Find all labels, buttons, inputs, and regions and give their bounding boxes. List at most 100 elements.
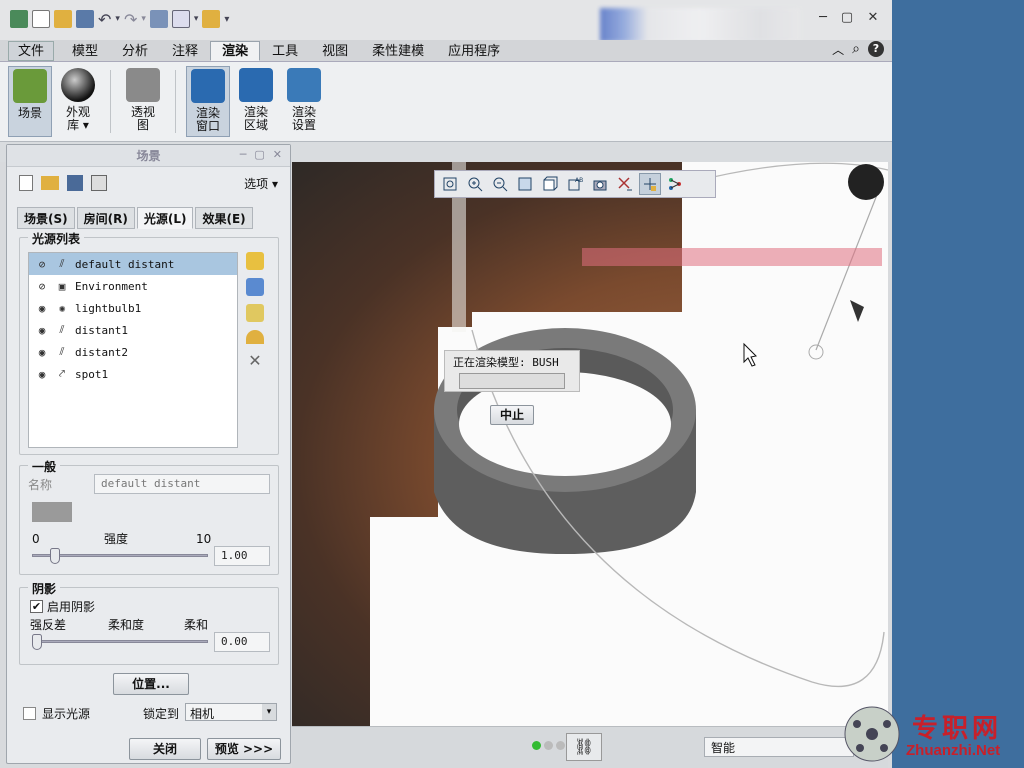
- close-window-button[interactable]: ✕: [862, 10, 884, 26]
- annotation-display-icon[interactable]: [639, 173, 661, 195]
- new-scene-icon[interactable]: [19, 175, 33, 191]
- collapse-ribbon-icon[interactable]: ︿: [832, 41, 844, 58]
- preview-button[interactable]: 预览 >>>: [207, 738, 281, 760]
- saved-orientations-icon[interactable]: AB: [564, 173, 586, 195]
- new-bulb-light-icon[interactable]: [246, 252, 264, 270]
- zoom-in-icon[interactable]: [464, 173, 486, 195]
- light-list-group: 光源列表 ⊘ ⫽ default distant ⊘ ▣ Environment ◉ ✺ lig…: [19, 230, 279, 455]
- softness-slider-track[interactable]: [32, 640, 208, 643]
- folder-icon[interactable]: [202, 10, 221, 28]
- ribbon-tab-1[interactable]: 模型: [60, 41, 110, 61]
- options-menu[interactable]: 选项 ▾: [244, 175, 278, 192]
- ribbon-tab-0[interactable]: 文件: [8, 41, 55, 61]
- scene-tab-2[interactable]: 光源(L): [136, 207, 194, 229]
- scene-tab-0[interactable]: 场景(S): [17, 207, 75, 229]
- open-scene-icon[interactable]: [41, 176, 59, 190]
- watermark-en-text: Zhuanzhi.Net: [906, 742, 1001, 759]
- ribbon-tab-7[interactable]: 柔性建模: [360, 41, 436, 61]
- find-icon[interactable]: ⛓: [566, 733, 602, 761]
- light-list-item[interactable]: ⊘ ▣ Environment: [29, 275, 237, 297]
- eye-visible-icon[interactable]: ◉: [35, 302, 49, 315]
- perspective-button[interactable]: 透视图: [121, 66, 165, 137]
- ribbon-tab-2[interactable]: 分析: [110, 41, 160, 61]
- show-lights-checkbox[interactable]: 显示光源: [23, 705, 90, 722]
- copy-scene-icon[interactable]: [91, 175, 107, 191]
- scene-tab-3[interactable]: 效果(E): [195, 207, 253, 229]
- render-setup-button[interactable]: 渲染 设置: [282, 66, 326, 137]
- panel-minimize-icon[interactable]: ─: [240, 148, 247, 161]
- ribbon-tab-3[interactable]: 注释: [160, 41, 210, 61]
- light-list-item[interactable]: ◉ ⫽ distant1: [29, 319, 237, 341]
- windows-dropdown-icon[interactable]: ▾: [194, 14, 199, 24]
- light-color-swatch[interactable]: [32, 502, 72, 522]
- scene-tab-1[interactable]: 房间(R): [76, 207, 135, 229]
- intensity-value-field[interactable]: 1.00: [214, 546, 270, 566]
- ribbon-tab-6[interactable]: 视图: [310, 41, 360, 61]
- windows-icon[interactable]: [171, 10, 190, 28]
- zoom-out-icon[interactable]: [489, 173, 511, 195]
- maximize-button[interactable]: ▢: [836, 10, 858, 26]
- eye-visible-icon[interactable]: ◉: [35, 346, 49, 359]
- light-list-item[interactable]: ◉ ⫽ distant2: [29, 341, 237, 363]
- enable-shadow-checkbox[interactable]: ✔ 启用阴影: [30, 598, 95, 615]
- undo-icon[interactable]: ↶: [98, 10, 111, 29]
- new-spot-light-icon[interactable]: [246, 304, 264, 322]
- refit-icon[interactable]: [439, 173, 461, 195]
- datum-display-icon[interactable]: [614, 173, 636, 195]
- chevron-down-icon[interactable]: ▾: [262, 704, 276, 720]
- ribbon-tab-4[interactable]: 渲染: [210, 41, 261, 61]
- eye-hidden-icon[interactable]: ⊘: [35, 280, 49, 293]
- new-file-icon[interactable]: [32, 10, 50, 28]
- svg-text:AB: AB: [575, 177, 583, 184]
- render-region-button[interactable]: 渲染 区域: [234, 66, 278, 137]
- delete-light-icon[interactable]: ✕: [248, 352, 261, 370]
- display-style-icon[interactable]: [539, 173, 561, 195]
- save-scene-icon[interactable]: [67, 175, 83, 191]
- save-icon[interactable]: [76, 10, 94, 28]
- softness-slider-thumb[interactable]: [32, 634, 42, 650]
- soccer-ball-logo-icon: [844, 706, 900, 762]
- panel-maximize-icon[interactable]: ▢: [254, 148, 264, 161]
- close-button[interactable]: 关闭: [129, 738, 201, 760]
- scene-button[interactable]: 场景: [8, 66, 52, 137]
- minimize-button[interactable]: ─: [812, 10, 834, 26]
- eye-visible-icon[interactable]: ◉: [35, 324, 49, 337]
- graphics-viewport[interactable]: 正在渲染模型: BUSH 中止: [292, 162, 888, 726]
- view-manager-icon[interactable]: [589, 173, 611, 195]
- stop-render-button[interactable]: 中止: [490, 405, 534, 425]
- render-setup-label-line2: 设置: [291, 118, 316, 132]
- light-name-field[interactable]: default distant: [94, 474, 270, 494]
- ribbon-tab-8[interactable]: 应用程序: [436, 41, 512, 61]
- selection-filter-dropdown[interactable]: 智能: [704, 737, 854, 757]
- eye-visible-icon[interactable]: ◉: [35, 368, 49, 381]
- bulb-light-icon[interactable]: [848, 164, 884, 200]
- panel-close-icon[interactable]: ✕: [273, 148, 282, 161]
- softness-value-field[interactable]: 0.00: [214, 632, 270, 652]
- open-folder-icon[interactable]: [54, 10, 72, 28]
- eye-hidden-icon[interactable]: ⊘: [35, 258, 49, 271]
- new-sky-light-icon[interactable]: [246, 330, 264, 344]
- undo-dropdown-icon[interactable]: ▾: [115, 14, 120, 24]
- appearance-library-button[interactable]: 外观库 ▾: [56, 66, 100, 137]
- regenerate-icon[interactable]: [149, 10, 168, 28]
- sharp-label: 强反差: [30, 618, 67, 632]
- redo-icon[interactable]: ↷: [124, 10, 137, 29]
- repaint-icon[interactable]: [514, 173, 536, 195]
- light-list-item[interactable]: ◉ ⤤ spot1: [29, 363, 237, 385]
- render-window-button[interactable]: 渲染 窗口: [186, 66, 230, 137]
- intensity-slider-thumb[interactable]: [49, 548, 60, 564]
- customize-toolbar-icon[interactable]: ▾: [224, 14, 229, 25]
- checkbox-box[interactable]: ✔: [30, 600, 43, 613]
- ribbon-tab-5[interactable]: 工具: [260, 41, 310, 61]
- lock-to-dropdown[interactable]: 相机 ▾: [185, 703, 277, 721]
- soft-label: 柔和: [184, 618, 209, 632]
- redo-dropdown-icon[interactable]: ▾: [141, 14, 146, 24]
- light-list-item[interactable]: ⊘ ⫽ default distant: [29, 253, 237, 275]
- new-distant-light-icon[interactable]: [246, 278, 264, 296]
- search-icon[interactable]: ⌕: [852, 41, 860, 57]
- spin-center-icon[interactable]: [664, 173, 686, 195]
- position-button[interactable]: 位置...: [113, 673, 189, 695]
- help-icon[interactable]: ?: [868, 41, 884, 57]
- show-lights-box[interactable]: [23, 707, 36, 720]
- light-list-item[interactable]: ◉ ✺ lightbulb1: [29, 297, 237, 319]
